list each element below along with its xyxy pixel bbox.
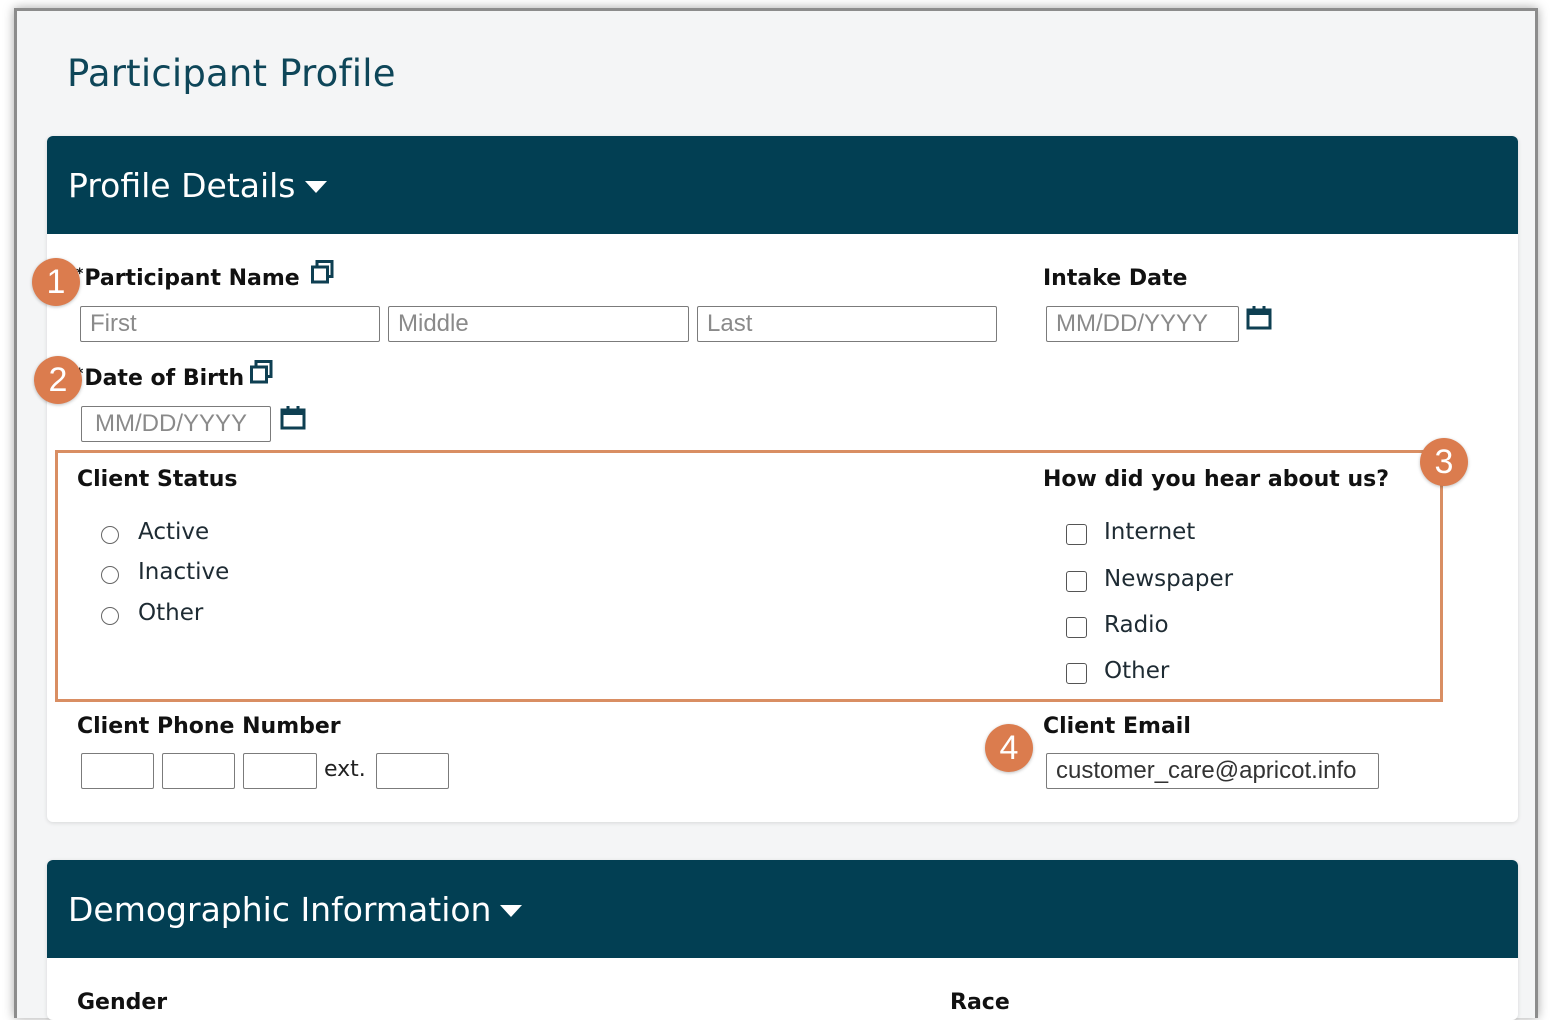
radio-label-other[interactable]: Other (138, 600, 203, 626)
intake-date-input[interactable] (1046, 306, 1239, 342)
checkbox-label-other[interactable]: Other (1104, 658, 1169, 684)
phone-extension-input[interactable] (376, 753, 449, 789)
radio-inactive[interactable] (101, 566, 119, 584)
last-name-input[interactable] (697, 306, 997, 342)
radio-label-inactive[interactable]: Inactive (138, 559, 229, 585)
checkbox-other[interactable] (1066, 663, 1087, 684)
profile-details-header[interactable]: Profile Details (47, 136, 1518, 234)
phone-ext-label: ext. (324, 757, 366, 782)
checkbox-internet[interactable] (1066, 524, 1087, 545)
how-heard-label: How did you hear about us? (1043, 467, 1389, 492)
first-name-input[interactable] (80, 306, 380, 342)
participant-name-label: *Participant Name (76, 266, 300, 291)
callout-badge-1: 1 (32, 258, 80, 306)
callout-badge-4: 4 (985, 724, 1033, 772)
caret-down-icon[interactable] (304, 180, 327, 193)
demographic-information-title: Demographic Information (68, 889, 492, 929)
client-email-input[interactable] (1046, 753, 1379, 789)
race-label: Race (950, 990, 1010, 1015)
profile-details-title: Profile Details (68, 165, 296, 205)
open-in-new-window-icon[interactable] (311, 260, 335, 284)
client-email-label: Client Email (1043, 714, 1191, 739)
phone-line-input[interactable] (243, 753, 317, 789)
client-phone-label: Client Phone Number (77, 714, 341, 739)
open-in-new-window-icon[interactable] (250, 360, 274, 384)
client-status-label: Client Status (77, 467, 238, 492)
calendar-icon[interactable] (1246, 305, 1272, 331)
page-title: Participant Profile (67, 52, 396, 95)
calendar-icon[interactable] (280, 405, 306, 431)
checkbox-label-internet[interactable]: Internet (1104, 519, 1195, 545)
date-of-birth-label: *Date of Birth (76, 366, 244, 391)
demographic-information-panel: Demographic Information (47, 860, 1518, 1020)
checkbox-label-radio[interactable]: Radio (1104, 612, 1169, 638)
checkbox-newspaper[interactable] (1066, 571, 1087, 592)
middle-name-input[interactable] (388, 306, 689, 342)
callout-badge-3: 3 (1420, 438, 1468, 486)
radio-label-active[interactable]: Active (138, 519, 209, 545)
demographic-information-header[interactable]: Demographic Information (47, 860, 1518, 958)
radio-active[interactable] (101, 526, 119, 544)
radio-other[interactable] (101, 607, 119, 625)
phone-prefix-input[interactable] (162, 753, 235, 789)
callout-badge-2: 2 (34, 356, 82, 404)
date-of-birth-input[interactable] (81, 406, 271, 442)
checkbox-radio[interactable] (1066, 617, 1087, 638)
intake-date-label: Intake Date (1043, 266, 1188, 291)
phone-area-code-input[interactable] (81, 753, 154, 789)
caret-down-icon[interactable] (500, 904, 523, 917)
checkbox-label-newspaper[interactable]: Newspaper (1104, 566, 1233, 592)
gender-label: Gender (77, 990, 168, 1015)
